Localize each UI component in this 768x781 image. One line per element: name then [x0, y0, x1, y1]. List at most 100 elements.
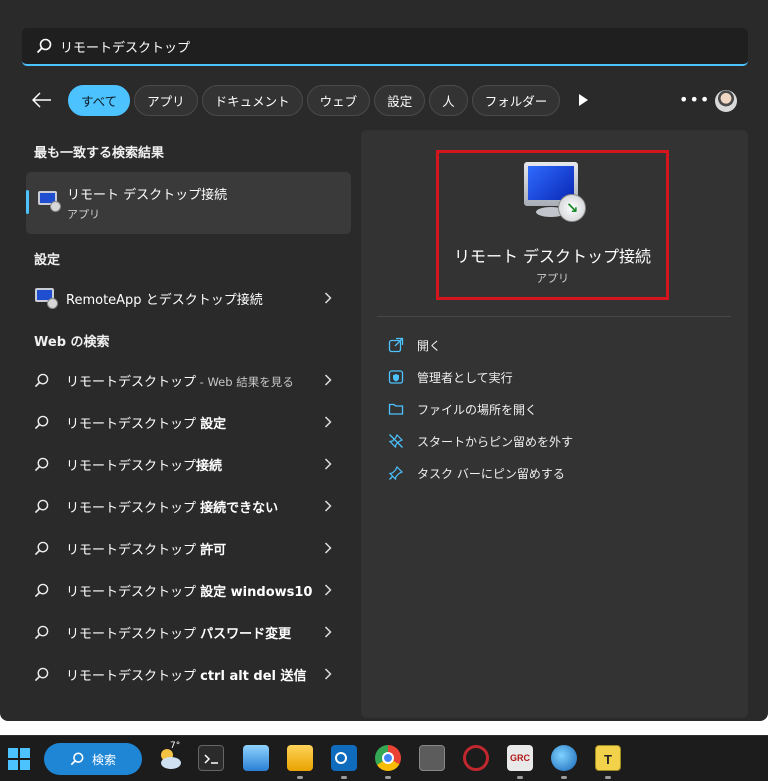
web-result-bold-term: パスワード変更 — [200, 626, 292, 642]
chevron-right-icon — [324, 500, 332, 512]
chrome-icon[interactable] — [375, 745, 401, 771]
action-run-as-admin[interactable]: 管理者として実行 — [388, 365, 513, 389]
control-panel-icon[interactable] — [243, 745, 269, 771]
action-unpin-from-start[interactable]: スタートからピン留めを外す — [388, 429, 573, 453]
svg-text:T: T — [604, 752, 612, 767]
web-result-item[interactable]: リモートデスクトップ ctrl alt del 送信 — [34, 656, 344, 692]
running-indicator — [561, 776, 567, 779]
unpin-icon — [388, 433, 404, 449]
chevron-right-icon — [324, 584, 332, 596]
chevron-right-icon — [324, 292, 332, 304]
shield-icon — [388, 370, 404, 384]
web-result-query: リモートデスクトップ — [66, 584, 201, 600]
chevron-right-icon — [324, 374, 332, 386]
more-filters-play-icon[interactable] — [578, 93, 590, 107]
web-result-bold-term: ctrl alt del 送信 — [200, 668, 307, 684]
search-icon — [70, 752, 84, 766]
action-unpin-from-start-label: スタートからピン留めを外す — [417, 434, 574, 449]
windows-start-icon[interactable] — [8, 748, 30, 770]
open-external-icon — [388, 337, 404, 353]
search-icon — [36, 38, 52, 54]
filter-web[interactable]: ウェブ — [306, 84, 371, 116]
best-match-title: リモート デスクトップ接続 — [67, 188, 228, 203]
web-result-item[interactable]: リモートデスクトップ 設定 windows10 — [34, 572, 344, 608]
filter-people[interactable]: 人 — [429, 84, 468, 116]
taskbar: 検索 7° GRC T — [0, 735, 768, 781]
outlook-icon[interactable] — [331, 745, 357, 771]
web-search-heading: Web の検索 — [34, 335, 110, 350]
best-match-subtitle: アプリ — [67, 208, 100, 221]
web-result-query: リモートデスクトップ — [66, 542, 201, 558]
action-open-file-location[interactable]: ファイルの場所を開く — [388, 397, 537, 421]
svg-text:GRC: GRC — [510, 753, 531, 763]
search-icon — [34, 499, 49, 513]
calculator-icon[interactable] — [419, 745, 445, 771]
action-pin-to-taskbar[interactable]: タスク バーにピン留めする — [388, 461, 565, 485]
web-result-query: リモートデスクトップ — [66, 626, 201, 642]
running-indicator — [341, 776, 347, 779]
filter-apps[interactable]: アプリ — [134, 84, 198, 116]
terminal-icon[interactable] — [198, 745, 224, 771]
running-indicator — [385, 776, 391, 779]
web-result-item[interactable]: リモートデスクトップ 設定 — [34, 404, 344, 440]
web-result-item[interactable]: リモートデスクトップ - Web 結果を見る — [34, 362, 344, 398]
chevron-right-icon — [324, 542, 332, 554]
taskbar-search-button[interactable]: 検索 — [44, 743, 142, 775]
filter-folders[interactable]: フォルダー — [471, 84, 561, 116]
web-result-bold-term: 設定 — [200, 416, 227, 432]
red-highlight-annotation — [436, 150, 669, 300]
best-match-heading: 最も一致する検索結果 — [34, 146, 165, 161]
web-result-query: リモートデスクトップ — [66, 458, 197, 474]
divider — [377, 316, 731, 317]
best-match-item[interactable]: リモート デスクトップ接続 アプリ — [26, 172, 351, 234]
remote-desktop-app-icon — [37, 190, 61, 212]
search-icon — [34, 415, 49, 429]
avatar[interactable] — [715, 90, 737, 112]
filter-settings[interactable]: 設定 — [374, 84, 426, 116]
filter-all[interactable]: すべて — [68, 84, 131, 116]
web-result-query: リモートデスクトップ — [66, 416, 201, 432]
running-indicator — [297, 776, 303, 779]
web-result-item[interactable]: リモートデスクトップ 許可 — [34, 530, 344, 566]
search-box[interactable] — [22, 28, 748, 66]
action-open[interactable]: 開く — [388, 333, 441, 357]
web-result-bold-term: 接続 — [196, 458, 223, 474]
settings-item-remoteapp[interactable]: RemoteApp とデスクトップ接続 — [34, 280, 344, 316]
web-result-query: リモートデスクトップ — [66, 668, 201, 684]
action-open-file-location-label: ファイルの場所を開く — [417, 402, 538, 417]
search-icon — [34, 541, 49, 555]
start-search-panel: すべて アプリ ドキュメント ウェブ 設定 人 フォルダー ••• 最も一致する… — [0, 0, 768, 721]
back-arrow-icon[interactable] — [32, 90, 58, 110]
settings-item-label: RemoteApp とデスクトップ接続 — [66, 292, 263, 308]
running-indicator — [605, 776, 611, 779]
pin-icon — [388, 465, 404, 481]
web-result-item[interactable]: リモートデスクトップ接続 — [34, 446, 344, 482]
chevron-right-icon — [324, 668, 332, 680]
globe-network-icon[interactable] — [551, 745, 577, 771]
weather-widget[interactable]: 7° — [156, 741, 184, 774]
settings-heading: 設定 — [34, 253, 61, 268]
web-result-query: リモートデスクトップ — [66, 374, 197, 390]
action-pin-to-taskbar-label: タスク バーにピン留めする — [417, 466, 565, 481]
filter-bar: すべて アプリ ドキュメント ウェブ 設定 人 フォルダー — [32, 84, 590, 116]
filter-documents[interactable]: ドキュメント — [201, 84, 303, 116]
search-icon — [34, 457, 49, 471]
taskbar-search-label: 検索 — [91, 752, 116, 767]
action-run-as-admin-label: 管理者として実行 — [417, 370, 513, 385]
security-app-icon[interactable] — [463, 745, 489, 771]
web-result-suffix: - Web 結果を見る — [196, 374, 294, 389]
more-options-icon[interactable]: ••• — [679, 90, 710, 109]
web-result-query: リモートデスクトップ — [66, 500, 201, 516]
file-explorer-icon[interactable] — [287, 745, 313, 771]
grc-app-icon[interactable]: GRC — [507, 745, 533, 771]
web-result-bold-term: 設定 windows10 — [200, 584, 313, 600]
chevron-right-icon — [324, 626, 332, 638]
remoteapp-icon — [34, 287, 58, 309]
search-input[interactable] — [60, 38, 660, 54]
web-result-item[interactable]: リモートデスクトップ パスワード変更 — [34, 614, 344, 650]
web-result-bold-term: 許可 — [200, 542, 227, 558]
text-editor-icon[interactable]: T — [595, 745, 621, 771]
web-result-item[interactable]: リモートデスクトップ 接続できない — [34, 488, 344, 524]
selection-indicator — [26, 190, 29, 214]
chevron-right-icon — [324, 458, 332, 470]
